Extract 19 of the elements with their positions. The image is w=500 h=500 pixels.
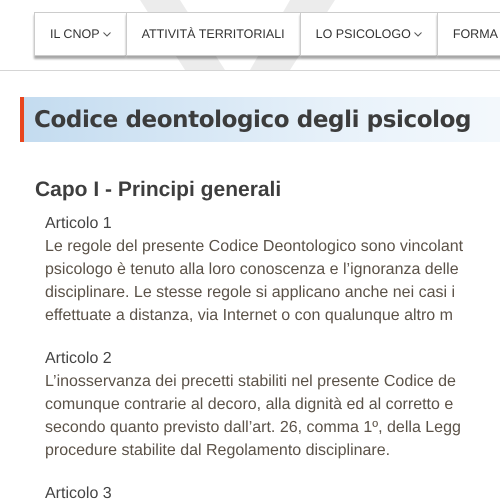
article-text-line: disciplinare. Le stesse regole si applicano anche nei casi i [45, 283, 456, 303]
menu-item[interactable]: FORMA [436, 12, 500, 56]
article-text-line: effettuate a distanza, via Internet o con qualunque altro m [45, 306, 453, 326]
article-text-line: comunque contrarie al decoro, alla dignità ed al corretto e [45, 395, 454, 415]
article-text-line: procedure stabilite dal Regolamento disciplinare. [45, 441, 390, 461]
menu-item[interactable]: IL CNOP [34, 12, 126, 56]
chapter-heading: Capo I - Principi generali [35, 178, 282, 202]
page-title: Codice deontologico degli psicolog [34, 106, 472, 132]
article-text-line: Le regole del presente Codice Deontologico sono vincolant [45, 237, 464, 257]
article-text-line: psicologo è tenuto alla loro conoscenza e l’ignoranza delle [45, 260, 459, 280]
article-heading: Articolo 1 [45, 214, 113, 234]
chevron-down-icon [414, 32, 422, 36]
chevron-down-icon [102, 32, 111, 36]
article-text-line: secondo quanto previsto dall’art. 26, comma 1º, della Legg [45, 418, 461, 438]
article-heading: Articolo 2 [45, 349, 113, 369]
article-heading: Articolo 3 [45, 484, 113, 500]
menu-item[interactable]: ATTIVITÀ TERRITORIALI [126, 12, 300, 56]
menu-item[interactable]: LO PSICOLOGO [300, 12, 437, 56]
article-text-line: L’inosservanza dei precetti stabiliti nel presente Codice de [45, 372, 456, 392]
